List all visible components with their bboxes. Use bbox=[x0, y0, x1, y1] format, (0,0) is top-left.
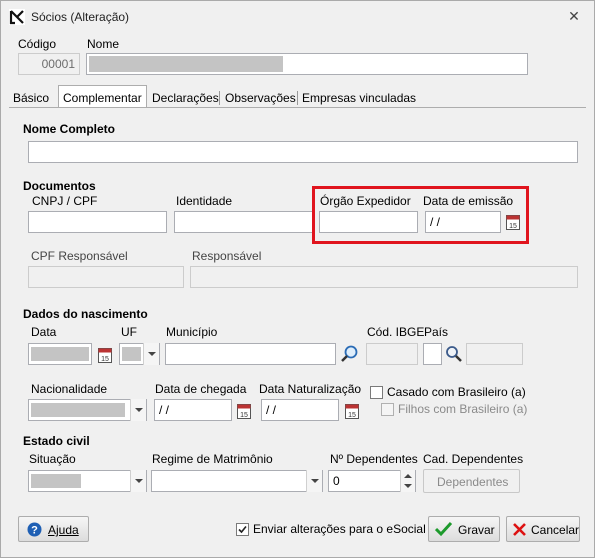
tab-declaracoes[interactable]: Declarações bbox=[148, 89, 223, 107]
codigo-field: 00001 bbox=[18, 53, 80, 75]
data-nascimento-redacted bbox=[31, 347, 89, 361]
chevron-down-icon[interactable] bbox=[306, 470, 322, 492]
uf-redacted bbox=[122, 347, 141, 361]
data-naturalizacao-value: / / bbox=[266, 403, 277, 417]
situacao-select[interactable] bbox=[28, 470, 147, 492]
svg-text:15: 15 bbox=[348, 412, 356, 419]
nome-field[interactable] bbox=[86, 53, 528, 75]
tab-bar: Básico Complementar Declarações Observaç… bbox=[9, 85, 586, 108]
chevron-down-icon[interactable] bbox=[130, 470, 146, 492]
data-chegada-label: Data de chegada bbox=[155, 382, 247, 396]
data-nascimento-field[interactable] bbox=[28, 343, 92, 365]
n-dependentes-spinner[interactable]: 0 bbox=[328, 470, 416, 492]
search-icon[interactable] bbox=[339, 344, 361, 364]
regime-select[interactable] bbox=[151, 470, 323, 492]
help-icon: ? bbox=[27, 522, 42, 537]
documentos-section: Documentos bbox=[23, 179, 96, 193]
situacao-label: Situação bbox=[29, 452, 76, 466]
uf-label: UF bbox=[121, 325, 137, 339]
dependentes-button-label: Dependentes bbox=[437, 475, 509, 489]
responsavel-field bbox=[190, 266, 578, 288]
tab-separator bbox=[219, 91, 220, 105]
tab-panel-complementar bbox=[9, 107, 586, 505]
cod-ibge-label: Cód. IBGE bbox=[367, 325, 425, 339]
spin-down-icon[interactable] bbox=[404, 483, 412, 489]
title-bar: Sócios (Alteração) ✕ bbox=[1, 1, 594, 31]
municipio-label: Município bbox=[166, 325, 218, 339]
dependentes-button[interactable]: Dependentes bbox=[423, 469, 520, 493]
highlight-box bbox=[312, 186, 529, 244]
uf-select[interactable] bbox=[119, 343, 160, 365]
svg-text:15: 15 bbox=[240, 412, 248, 419]
gravar-button-label: Gravar bbox=[458, 523, 495, 537]
chevron-down-icon[interactable] bbox=[130, 399, 146, 421]
nome-completo-section: Nome Completo bbox=[23, 122, 116, 136]
tab-complementar[interactable]: Complementar bbox=[58, 85, 147, 108]
pais-field[interactable] bbox=[423, 343, 442, 365]
checkmark-icon bbox=[435, 521, 452, 537]
cancelar-button-label: Cancelar bbox=[531, 523, 580, 537]
regime-label: Regime de Matrimônio bbox=[152, 452, 273, 466]
cod-ibge-field bbox=[366, 343, 418, 365]
ajuda-button[interactable]: ? Ajuda bbox=[18, 516, 89, 542]
calendar-icon[interactable]: 15 bbox=[237, 403, 251, 419]
nome-value-redacted bbox=[89, 56, 283, 72]
cnpj-cpf-label: CNPJ / CPF bbox=[32, 194, 98, 208]
svg-text:15: 15 bbox=[101, 356, 109, 363]
tab-basico[interactable]: Básico bbox=[9, 89, 53, 107]
nome-label: Nome bbox=[87, 37, 120, 51]
nacionalidade-redacted bbox=[31, 403, 125, 417]
estado-civil-section: Estado civil bbox=[23, 434, 90, 448]
n-dependentes-value: 0 bbox=[333, 474, 340, 488]
app-logo-icon bbox=[9, 9, 25, 25]
cpf-responsavel-label: CPF Responsável bbox=[31, 249, 128, 263]
cad-dependentes-label: Cad. Dependentes bbox=[423, 452, 524, 466]
n-dependentes-label: Nº Dependentes bbox=[330, 452, 418, 466]
pais-label: País bbox=[424, 325, 449, 339]
municipio-field[interactable] bbox=[165, 343, 336, 365]
nacionalidade-select[interactable] bbox=[28, 399, 147, 421]
nome-completo-field[interactable] bbox=[28, 141, 578, 163]
data-nascimento-label: Data bbox=[31, 325, 57, 339]
data-naturalizacao-label: Data Naturalização bbox=[259, 382, 362, 396]
spin-up-icon[interactable] bbox=[404, 473, 412, 479]
codigo-label: Código bbox=[18, 37, 57, 51]
ajuda-button-label: Ajuda bbox=[48, 523, 79, 537]
esocial-label: Enviar alterações para o eSocial bbox=[253, 522, 426, 536]
identidade-label: Identidade bbox=[176, 194, 233, 208]
codigo-value: 00001 bbox=[41, 57, 75, 71]
tab-observacoes[interactable]: Observações bbox=[221, 89, 300, 107]
situacao-redacted bbox=[31, 474, 81, 488]
responsavel-label: Responsável bbox=[192, 249, 262, 263]
tab-empresas-vinculadas[interactable]: Empresas vinculadas bbox=[298, 89, 420, 107]
search-icon[interactable] bbox=[444, 344, 464, 364]
data-chegada-field[interactable]: / / bbox=[154, 399, 232, 421]
checkmark-icon bbox=[238, 525, 247, 534]
cpf-responsavel-field bbox=[28, 266, 184, 288]
esocial-checkbox[interactable] bbox=[236, 523, 249, 536]
spinner-buttons[interactable] bbox=[400, 470, 415, 492]
casado-label: Casado com Brasileiro (a) bbox=[387, 385, 526, 399]
close-icon[interactable]: ✕ bbox=[567, 9, 581, 23]
cancel-x-icon bbox=[513, 523, 526, 536]
calendar-icon[interactable]: 15 bbox=[345, 403, 359, 419]
pais-nome-field bbox=[466, 343, 523, 365]
nascimento-section: Dados do nascimento bbox=[23, 307, 148, 321]
window-title: Sócios (Alteração) bbox=[31, 10, 130, 24]
calendar-icon[interactable]: 15 bbox=[98, 347, 112, 363]
identidade-field[interactable] bbox=[174, 211, 313, 233]
filhos-label: Filhos com Brasileiro (a) bbox=[398, 402, 528, 416]
gravar-button[interactable]: Gravar bbox=[428, 516, 500, 542]
cancelar-button[interactable]: Cancelar bbox=[506, 516, 580, 542]
filhos-checkbox bbox=[381, 403, 394, 416]
data-chegada-value: / / bbox=[159, 403, 170, 417]
casado-checkbox[interactable] bbox=[370, 386, 383, 399]
nacionalidade-label: Nacionalidade bbox=[31, 382, 108, 396]
chevron-down-icon[interactable] bbox=[143, 343, 159, 365]
dialog-window: Sócios (Alteração) ✕ Código 00001 Nome B… bbox=[0, 0, 595, 558]
data-naturalizacao-field[interactable]: / / bbox=[261, 399, 339, 421]
cnpj-cpf-field[interactable] bbox=[28, 211, 167, 233]
svg-text:?: ? bbox=[31, 525, 38, 537]
